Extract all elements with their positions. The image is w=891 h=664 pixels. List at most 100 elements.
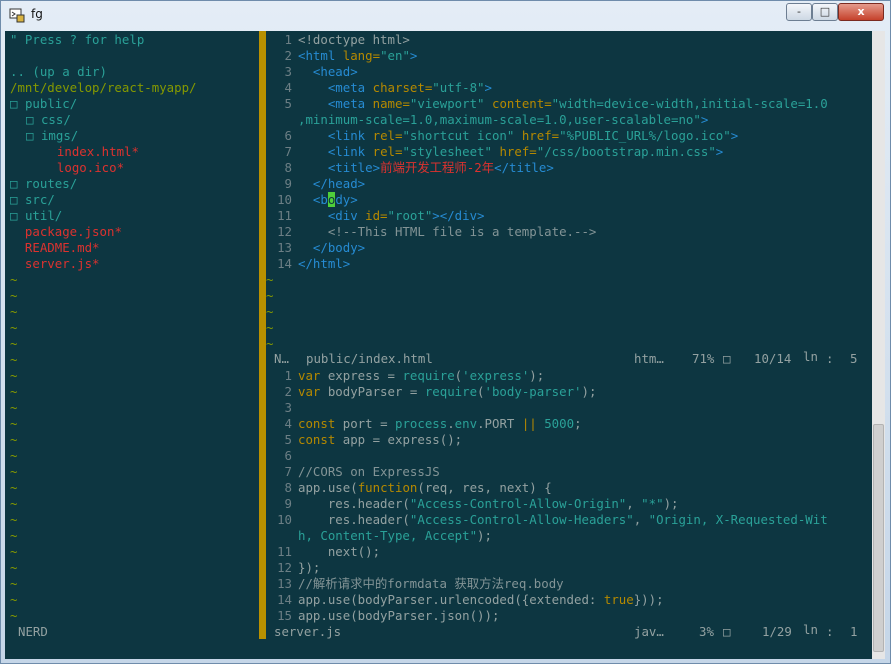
- empty-line-marker: ~: [10, 384, 18, 399]
- code-line[interactable]: <!--This HTML file is a template.-->: [298, 224, 597, 240]
- code-line[interactable]: <title>前端开发工程师-2年</title>: [298, 160, 554, 176]
- code-token: ;: [574, 416, 582, 431]
- tree-folder[interactable]: □ public/: [10, 96, 77, 112]
- code-token: <meta: [298, 96, 373, 111]
- code-line[interactable]: <!doctype html>: [298, 32, 410, 48]
- code-line[interactable]: </html>: [298, 256, 350, 272]
- code-line[interactable]: <meta name="viewport" content="width=dev…: [298, 96, 828, 112]
- empty-line-marker: ~: [10, 336, 18, 351]
- empty-line-marker: ~: [10, 464, 18, 479]
- app-window: fg - □ x " Press ? for help .. (up a dir…: [0, 0, 891, 664]
- empty-line-marker: ~: [10, 512, 18, 527]
- line-number: 5: [284, 96, 292, 111]
- nerdtree-help: " Press ? for help: [10, 32, 145, 47]
- code-line[interactable]: <html lang="en">: [298, 48, 417, 64]
- empty-line-marker: ~: [10, 400, 18, 415]
- nerdtree-root-path[interactable]: /mnt/develop/react-myapp/: [10, 80, 197, 96]
- code-token: id=: [365, 208, 388, 223]
- tree-folder[interactable]: □ src/: [10, 192, 55, 208]
- tree-folder[interactable]: □ util/: [10, 208, 62, 224]
- code-token: >: [484, 80, 492, 95]
- tree-file[interactable]: package.json*: [10, 224, 122, 240]
- code-line[interactable]: <div id="root"></div>: [298, 208, 485, 224]
- line-number: 9: [284, 176, 292, 191]
- line-number: 4: [284, 416, 292, 431]
- code-token: );: [477, 528, 492, 543]
- code-token: <link: [298, 128, 373, 143]
- tree-file[interactable]: README.md*: [10, 240, 100, 256]
- maximize-button[interactable]: □: [812, 3, 838, 21]
- nerdtree-up-dir[interactable]: .. (up a dir): [10, 64, 107, 80]
- empty-line-marker: ~: [10, 480, 18, 495]
- line-number: 15: [277, 608, 292, 623]
- close-button[interactable]: x: [838, 3, 884, 21]
- code-line[interactable]: res.header("Access-Control-Allow-Origin"…: [298, 496, 679, 512]
- code-token: ,: [633, 512, 649, 527]
- code-line[interactable]: var bodyParser = require('body-parser');: [298, 384, 596, 400]
- code-token: next();: [298, 544, 381, 559]
- code-token: <meta: [298, 80, 373, 95]
- code-line[interactable]: <meta charset="utf-8">: [298, 80, 492, 96]
- empty-line-marker: ~: [266, 272, 274, 287]
- code-token: ></div>: [432, 208, 485, 223]
- line-number: 1: [284, 32, 292, 47]
- terminal-area[interactable]: " Press ? for help .. (up a dir) /mnt/de…: [5, 31, 885, 659]
- code-token: "en": [380, 48, 410, 63]
- vertical-scrollbar[interactable]: [872, 31, 885, 659]
- code-line[interactable]: <head>: [298, 64, 358, 80]
- scrollbar-thumb[interactable]: [873, 424, 884, 652]
- line-number: 3: [284, 64, 292, 79]
- code-line[interactable]: });: [298, 560, 320, 576]
- code-line[interactable]: ,minimum-scale=1.0,maximum-scale=1.0,use…: [298, 112, 708, 128]
- tree-file[interactable]: index.html*: [42, 144, 139, 160]
- code-line[interactable]: </body>: [298, 240, 365, 256]
- tree-file[interactable]: logo.ico*: [42, 160, 124, 176]
- code-token: ||: [521, 416, 545, 431]
- tree-folder[interactable]: □ imgs/: [26, 128, 78, 144]
- status-percent: 3%: [699, 624, 714, 639]
- status-position: 10/14: [754, 351, 792, 366]
- status-position: 1/29: [762, 624, 792, 639]
- line-number: 2: [284, 48, 292, 63]
- code-token: res.header(: [298, 512, 410, 527]
- code-token: "stylesheet": [402, 144, 500, 159]
- code-line[interactable]: //CORS on ExpressJS: [298, 464, 440, 480]
- code-token: const: [298, 432, 343, 447]
- code-token: "%PUBLIC_URL%/logo.ico": [559, 128, 731, 143]
- code-line[interactable]: app.use(function(req, res, next) {: [298, 480, 552, 496]
- code-line[interactable]: const port = process.env.PORT || 5000;: [298, 416, 582, 432]
- code-token: var: [298, 384, 328, 399]
- code-line[interactable]: app.use(bodyParser.json());: [298, 608, 499, 624]
- folder-icon: □: [10, 208, 18, 223]
- code-token: >: [700, 112, 709, 127]
- code-line[interactable]: const app = express();: [298, 432, 462, 448]
- code-line[interactable]: <body>: [298, 192, 358, 208]
- empty-line-marker: ~: [10, 448, 18, 463]
- code-line[interactable]: var express = require('express');: [298, 368, 544, 384]
- code-line[interactable]: //解析请求中的formdata 获取方法req.body: [298, 576, 564, 592]
- window-title: fg: [31, 7, 43, 21]
- tree-folder[interactable]: □ css/: [26, 112, 71, 128]
- tree-item-label: server.js*: [24, 256, 100, 271]
- code-line[interactable]: res.header("Access-Control-Allow-Headers…: [298, 512, 828, 528]
- code-token: "root": [387, 208, 433, 223]
- code-token: function: [357, 480, 418, 495]
- tree-item-label: css/: [40, 112, 71, 127]
- minimize-button[interactable]: -: [786, 3, 812, 21]
- code-token: );: [663, 496, 679, 511]
- line-number-icon: ln: [803, 622, 818, 637]
- line-number: 14: [277, 256, 292, 271]
- code-token: rel=: [372, 128, 403, 143]
- tree-folder[interactable]: □ routes/: [10, 176, 77, 192]
- title-bar[interactable]: fg - □ x: [1, 1, 890, 29]
- code-line[interactable]: h, Content-Type, Accept");: [298, 528, 492, 544]
- code-line[interactable]: </head>: [298, 176, 365, 192]
- code-line[interactable]: app.use(bodyParser.urlencoded({extended:…: [298, 592, 664, 608]
- tree-item-label: public/: [24, 96, 78, 111]
- status-colon: :: [826, 624, 834, 639]
- code-line[interactable]: next();: [298, 544, 380, 560]
- code-line[interactable]: <link rel="shortcut icon" href="%PUBLIC_…: [298, 128, 738, 144]
- tree-file[interactable]: server.js*: [10, 256, 100, 272]
- code-line[interactable]: <link rel="stylesheet" href="/css/bootst…: [298, 144, 723, 160]
- code-token: "shortcut icon": [402, 128, 522, 143]
